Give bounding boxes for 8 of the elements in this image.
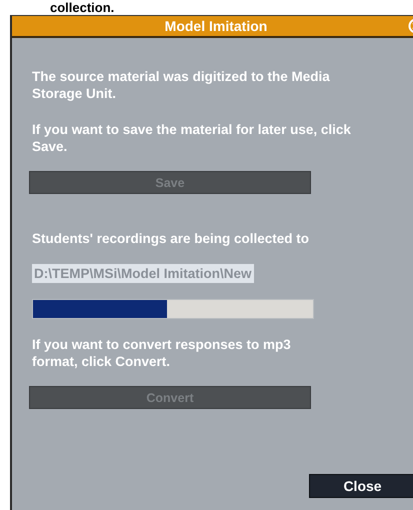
collect-label: Students' recordings are being collected to <box>32 230 310 247</box>
convert-text: If you want to convert responses to mp3 format, click Convert. <box>32 336 292 370</box>
path-field[interactable]: D:\TEMP\MSi\Model Imitation\New <box>32 264 254 283</box>
window-title: Model Imitation <box>164 18 268 34</box>
info-text: If you want to save the material for later use, click Save. <box>32 121 352 155</box>
info-text: The source material was digitized to the Media Storage Unit. <box>32 68 331 102</box>
page-text: collection. <box>49 0 116 15</box>
close-button[interactable]: Close <box>309 474 413 498</box>
